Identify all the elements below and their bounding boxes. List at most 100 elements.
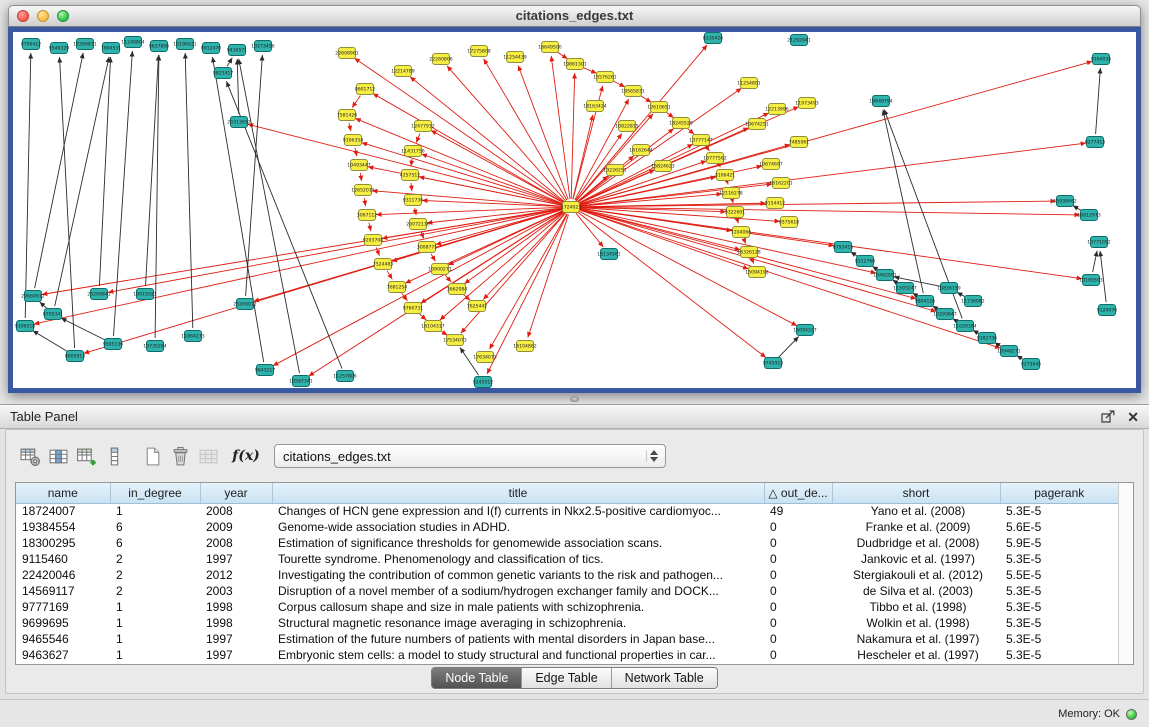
graph-edge[interactable]: [360, 173, 361, 181]
graph-node[interactable]: 16094327: [793, 325, 816, 336]
graph-edge[interactable]: [411, 183, 412, 191]
graph-node[interactable]: 20660912: [21, 291, 44, 302]
graph-node[interactable]: 8912470: [201, 43, 222, 54]
graph-node[interactable]: 3008771: [417, 242, 438, 253]
graph-node[interactable]: 9312760: [855, 256, 876, 267]
delete-table-button[interactable]: [166, 442, 194, 470]
graph-edge[interactable]: [1096, 68, 1101, 134]
graph-node[interactable]: 7904531: [101, 43, 122, 54]
graph-edge[interactable]: [237, 59, 239, 114]
graph-edge[interactable]: [579, 210, 749, 269]
graph-node[interactable]: 1724023: [561, 202, 582, 213]
graph-node[interactable]: 8793415: [833, 242, 854, 253]
table-row[interactable]: 1938455462009Genome-wide association stu…: [16, 519, 1118, 535]
graph-edge[interactable]: [369, 223, 371, 231]
graph-edge[interactable]: [779, 337, 799, 358]
graph-edge[interactable]: [1093, 251, 1098, 272]
new-column-button[interactable]: [72, 442, 100, 470]
graph-edge[interactable]: [352, 96, 360, 108]
graph-edge[interactable]: [483, 213, 565, 300]
graph-node[interactable]: 9245012: [473, 377, 494, 388]
graph-edge[interactable]: [579, 209, 937, 311]
graph-node[interactable]: 9311736: [403, 195, 424, 206]
graph-edge[interactable]: [25, 53, 31, 318]
graph-node[interactable]: 22260806: [429, 54, 452, 65]
network-window-titlebar[interactable]: citations_edges.txt: [8, 5, 1141, 27]
graph-edge[interactable]: [579, 201, 1056, 207]
graph-edge[interactable]: [355, 118, 563, 204]
graph-edge[interactable]: [571, 73, 575, 199]
graph-node[interactable]: 9505136: [103, 339, 124, 350]
graph-node[interactable]: 10822815: [615, 121, 638, 132]
graph-edge[interactable]: [40, 302, 47, 309]
graph-node[interactable]: 9546329: [49, 43, 70, 54]
graph-edge[interactable]: [1100, 251, 1106, 302]
close-button[interactable]: [17, 10, 29, 22]
column-header-title[interactable]: title: [272, 483, 764, 503]
network-graph[interactable]: 1724023860171275814269106354104934471265…: [13, 32, 1136, 388]
graph-node[interactable]: 10674697: [759, 159, 782, 170]
graph-node[interactable]: 15824623: [651, 161, 674, 172]
graph-node[interactable]: 7524483: [373, 259, 394, 270]
network-view[interactable]: 1724023860171275814269106354104934471265…: [8, 27, 1141, 393]
graph-node[interactable]: 16326128: [737, 247, 760, 258]
column-header-pagerank[interactable]: pagerank: [1000, 483, 1118, 503]
graph-edge[interactable]: [60, 57, 75, 348]
graph-node[interactable]: 16777562: [703, 153, 726, 164]
table-row[interactable]: 946554611997Estimation of the future num…: [16, 631, 1118, 647]
column-header-in_degree[interactable]: in_degree: [110, 483, 200, 503]
divider-grip[interactable]: [570, 396, 579, 402]
graph-edge[interactable]: [461, 213, 566, 333]
table-row[interactable]: 1872400712008Changes of HCN gene express…: [16, 503, 1118, 519]
function-builder-button[interactable]: f(x): [232, 442, 260, 470]
graph-node[interactable]: 9203708: [363, 235, 384, 246]
graph-node[interactable]: 9164035: [1091, 54, 1112, 65]
graph-node[interactable]: 8705341: [43, 309, 64, 320]
graph-node[interactable]: 9804126: [915, 296, 936, 307]
vertical-scrollbar[interactable]: [1118, 483, 1133, 664]
graph-node[interactable]: 7485061: [789, 137, 810, 148]
graph-node[interactable]: 4257512: [400, 170, 421, 181]
graph-node[interactable]: 9637806: [149, 41, 170, 52]
graph-node[interactable]: 9124076: [1097, 305, 1118, 316]
graph-node[interactable]: 9575618: [779, 217, 800, 228]
graph-node[interactable]: 9182736: [977, 333, 998, 344]
graph-node[interactable]: 16812973: [1077, 210, 1100, 221]
column-header-out_de[interactable]: △ out_de...: [764, 483, 832, 503]
graph-node[interactable]: 7625442: [467, 301, 488, 312]
column-button[interactable]: [100, 442, 128, 470]
graph-edge[interactable]: [440, 212, 565, 320]
table-row[interactable]: 977716911998Corpus callosum shape and si…: [16, 599, 1118, 615]
graph-edge[interactable]: [114, 51, 133, 336]
import-table-button[interactable]: [194, 442, 222, 470]
zoom-button[interactable]: [57, 10, 69, 22]
graph-edge[interactable]: [248, 124, 564, 205]
table-row[interactable]: 946362711997Embryonic stem cells: a mode…: [16, 647, 1118, 663]
tab-network-table[interactable]: Network Table: [611, 668, 717, 688]
table-row[interactable]: 2242004622012Investigating the contribut…: [16, 567, 1118, 583]
graph-edge[interactable]: [411, 159, 412, 166]
graph-node[interactable]: 12610651: [647, 102, 670, 113]
graph-node[interactable]: 9416571: [227, 45, 248, 56]
graph-node[interactable]: 20313652: [227, 117, 250, 128]
graph-edge[interactable]: [576, 213, 603, 247]
graph-edge[interactable]: [687, 128, 694, 134]
graph-node[interactable]: 16649500: [538, 42, 561, 53]
graph-edge[interactable]: [410, 77, 565, 202]
graph-node[interactable]: 11864273: [181, 331, 204, 342]
graph-edge[interactable]: [744, 239, 746, 243]
table-selector[interactable]: citations_edges.txt: [274, 444, 666, 468]
graph-node[interactable]: 10948271: [997, 346, 1020, 357]
graph-edge[interactable]: [737, 220, 738, 224]
graph-node[interactable]: 9106354: [343, 135, 364, 146]
graph-node[interactable]: 22608961: [335, 48, 358, 59]
column-header-short[interactable]: short: [832, 483, 1000, 503]
graph-edge[interactable]: [416, 133, 420, 142]
minimize-button[interactable]: [37, 10, 49, 22]
graph-edge[interactable]: [579, 143, 1086, 206]
tab-edge-table[interactable]: Edge Table: [521, 668, 610, 688]
graph-edge[interactable]: [579, 61, 1093, 204]
graph-edge[interactable]: [387, 271, 392, 280]
table-row[interactable]: 1456911722003Disruption of a novel membe…: [16, 583, 1118, 599]
new-table-button[interactable]: [138, 442, 166, 470]
